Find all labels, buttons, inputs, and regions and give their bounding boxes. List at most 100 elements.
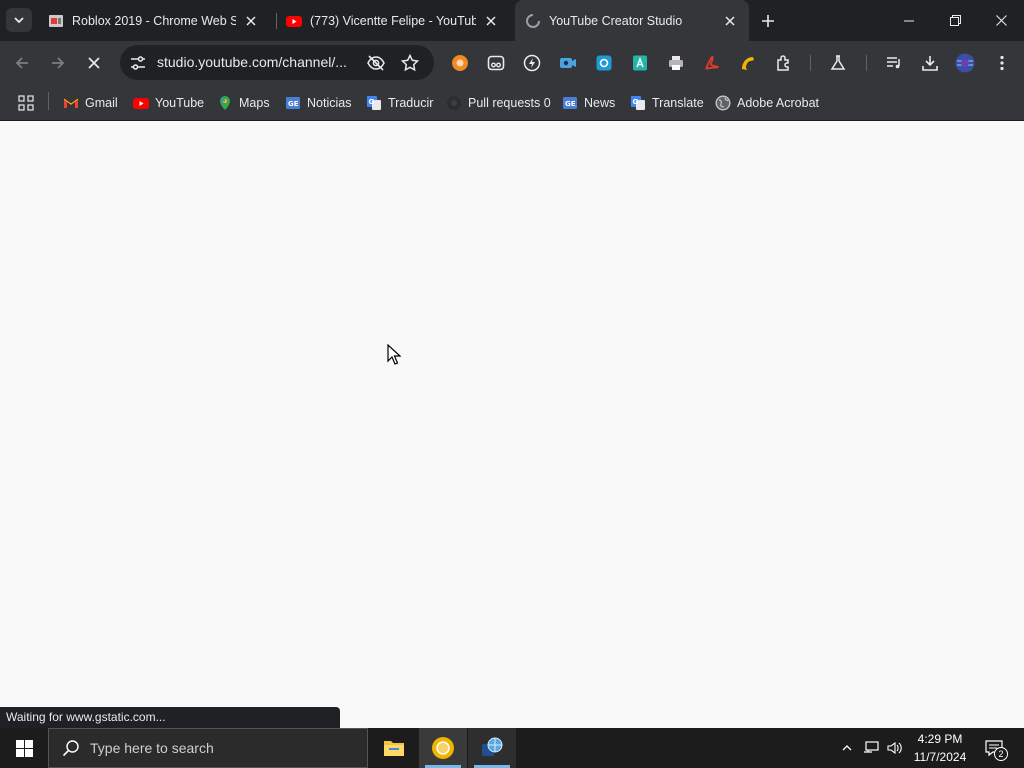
google-news-icon: GE [285,95,301,111]
close-window-button[interactable] [978,0,1024,41]
start-button[interactable] [0,728,48,768]
extension-orange-icon[interactable] [450,53,470,73]
restore-button[interactable] [932,0,978,41]
close-icon [725,15,735,26]
media-controls-icon[interactable] [884,53,904,73]
close-icon [88,57,100,69]
url-text[interactable]: studio.youtube.com/channel/... [157,54,347,70]
extension-bolt-icon[interactable] [522,53,542,73]
close-icon [486,15,496,26]
site-settings-icon[interactable] [129,54,147,72]
search-icon [62,740,79,757]
profile-avatar[interactable] [955,53,975,73]
youtube-icon [133,95,149,111]
tab-youtube[interactable]: (773) Vicentte Felipe - YouTube [276,0,510,41]
extensions-puzzle-icon[interactable] [774,53,794,73]
address-bar[interactable]: studio.youtube.com/channel/... [120,45,434,80]
extension-camera-icon[interactable] [558,53,578,73]
bookmark-label: Noticias [307,96,352,110]
bookmark-adobe-acrobat[interactable]: Adobe Acrobat [715,93,819,113]
apps-button[interactable] [18,93,34,113]
network-status-button[interactable] [860,728,882,768]
tab-title: (773) Vicentte Felipe - YouTube [310,13,476,28]
taskbar-chrome[interactable] [419,728,467,768]
arrow-left-icon [15,57,28,69]
windows-logo-icon [15,739,33,757]
taskbar-network-app[interactable] [468,728,516,768]
bookmark-maps[interactable]: Maps [217,93,270,113]
notification-count-badge: 2 [994,747,1008,761]
close-tab-button[interactable] [482,12,500,30]
svg-text:G: G [633,98,639,106]
google-translate-icon: G [630,95,646,111]
bookmark-noticias[interactable]: GE Noticias [285,93,351,113]
loading-spinner-icon [525,13,541,29]
browser-toolbar: studio.youtube.com/channel/... [0,41,1024,85]
search-placeholder: Type here to search [90,740,214,756]
toolbar-divider [866,55,867,71]
google-translate-icon: G [366,95,382,111]
taskbar-clock[interactable]: 4:29 PM 11/7/2024 [900,730,980,766]
forward-button[interactable] [44,49,72,77]
tab-search-button[interactable] [6,8,32,32]
flask-icon[interactable] [828,53,848,73]
eye-off-icon[interactable] [366,53,386,73]
network-globe-icon [482,737,503,756]
bookmark-label: Gmail [85,96,118,110]
github-icon [446,95,462,111]
bookmarks-divider [48,92,49,110]
notifications-button[interactable]: 2 [980,728,1008,768]
chevron-up-icon [842,745,852,751]
tab-youtube-studio[interactable]: YouTube Creator Studio [515,0,749,41]
tab-roblox-store[interactable]: Roblox 2019 - Chrome Web Store [38,0,270,41]
bookmark-pull-requests[interactable]: Pull requests 0 [446,93,551,113]
back-button[interactable] [8,49,36,77]
maps-icon [217,95,233,111]
bookmark-youtube[interactable]: YouTube [133,93,204,113]
show-hidden-icons-button[interactable] [836,728,858,768]
stop-loading-button[interactable] [80,49,108,77]
extension-box-icon[interactable] [486,53,506,73]
bookmark-translate[interactable]: G Translate [630,93,704,113]
bookmark-traducir[interactable]: G Traducir [366,93,433,113]
folder-icon [384,741,404,756]
download-icon[interactable] [920,53,940,73]
minimize-button[interactable] [886,0,932,41]
bookmark-label: Translate [652,96,704,110]
extension-target-icon[interactable] [594,53,614,73]
new-tab-button[interactable] [756,9,780,33]
taskbar-file-explorer[interactable] [370,728,418,768]
status-bubble: Waiting for www.gstatic.com... [0,707,340,728]
windows-taskbar: Type here to search 4:29 PM 11/7/2024 2 [0,728,1024,768]
taskbar-search-box[interactable]: Type here to search [48,728,368,768]
extension-printer-icon[interactable] [666,53,686,73]
extension-acrobat-icon[interactable] [702,53,722,73]
tab-strip: Roblox 2019 - Chrome Web Store (773) Vic… [0,0,1024,41]
close-tab-button[interactable] [721,12,739,30]
bookmark-news[interactable]: GE News [562,93,615,113]
roblox-store-icon [48,13,64,29]
arrow-right-icon [52,57,65,69]
clock-date: 11/7/2024 [913,750,967,764]
bookmark-label: Adobe Acrobat [737,96,820,110]
bookmarks-bar: Gmail YouTube Maps GE Noticias G Traduci… [0,85,1024,121]
apps-grid-icon [18,95,34,111]
close-icon [246,15,256,26]
plus-icon [762,15,774,27]
svg-text:GE: GE [288,100,299,108]
clock-time: 4:29 PM [917,732,963,746]
ethernet-icon [864,741,879,753]
extension-phone-icon[interactable] [738,53,758,73]
star-icon[interactable] [400,53,420,73]
bookmark-label: News [584,96,616,110]
svg-text:GE: GE [565,100,576,108]
more-menu-icon[interactable] [992,53,1012,73]
close-icon [995,15,1007,26]
tab-title: YouTube Creator Studio [549,13,683,28]
bookmark-label: YouTube [155,96,205,110]
close-tab-button[interactable] [242,12,260,30]
bookmark-gmail[interactable]: Gmail [63,93,118,113]
toolbar-divider [810,55,811,71]
extension-a-icon[interactable] [630,53,650,73]
youtube-icon [286,13,302,29]
